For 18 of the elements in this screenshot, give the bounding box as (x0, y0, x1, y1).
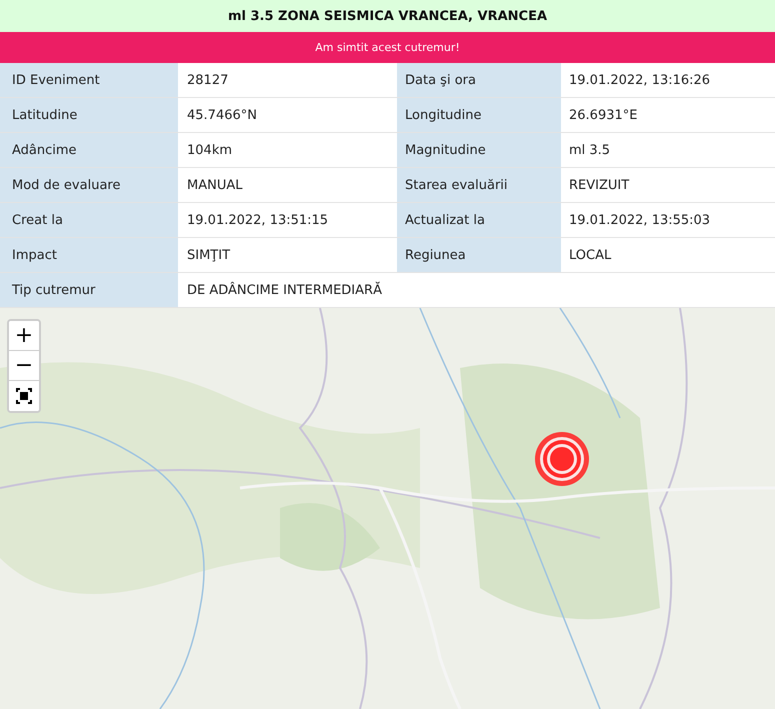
field-label: Mod de evaluare (0, 168, 178, 202)
field-label: Actualizat la (397, 203, 561, 237)
epicenter-marker-icon (532, 429, 592, 489)
field-label: Tip cutremur (0, 273, 178, 307)
field-label: Adâncime (0, 133, 178, 167)
zoom-in-button[interactable]: + (9, 321, 39, 351)
field-label: Impact (0, 238, 178, 272)
field-label: Starea evaluării (397, 168, 561, 202)
field-label: Longitudine (397, 98, 561, 132)
felt-earthquake-button[interactable]: Am simtit acest cutremur! (0, 32, 775, 63)
field-label: Latitudine (0, 98, 178, 132)
field-label: Regiunea (397, 238, 561, 272)
field-label: ID Eveniment (0, 63, 178, 97)
field-label: Magnitudine (397, 133, 561, 167)
field-label: Data şi ora (397, 63, 561, 97)
event-title: ml 3.5 ZONA SEISMICA VRANCEA, VRANCEA (0, 0, 775, 32)
field-label: Creat la (0, 203, 178, 237)
fullscreen-icon (16, 388, 32, 404)
